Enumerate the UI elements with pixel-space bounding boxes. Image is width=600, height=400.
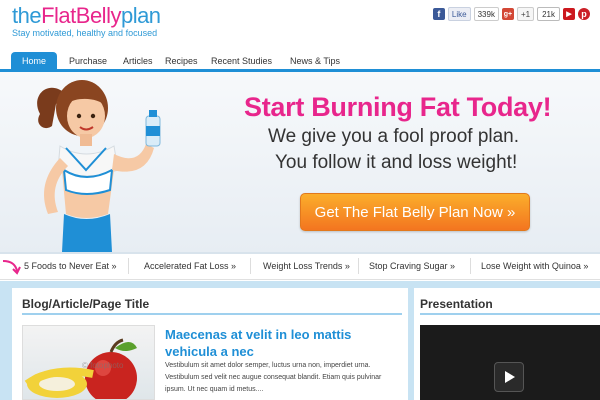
logo-text-the: the (12, 3, 42, 28)
logo-text-plan: plan (120, 3, 161, 28)
hero-subtitle-line2: You follow it and loss weight! (275, 152, 518, 173)
sidebar-title: Presentation (420, 297, 493, 311)
section-title-rule (22, 313, 402, 315)
nav-item-recipes[interactable]: Recipes (165, 56, 198, 66)
quick-link-5-foods[interactable]: 5 Foods to Never Eat » (24, 261, 117, 271)
play-icon (505, 371, 515, 383)
share-count: 21k (537, 7, 560, 21)
nav-item-recent-studies[interactable]: Recent Studies (211, 56, 272, 66)
site-tagline: Stay motivated, healthy and focused (12, 28, 158, 38)
quick-link-separator (358, 258, 359, 274)
facebook-icon[interactable]: f (432, 8, 445, 20)
site-header: theFlatBellyplan Stay motivated, healthy… (0, 0, 600, 52)
social-bar: f Like 339k g+ +1 21k ▶ p (432, 6, 590, 22)
post-title-link[interactable]: Maecenas at velit in leo mattis vehicula… (165, 326, 385, 360)
hero-subtitle-line1: We give you a fool proof plan. (268, 126, 520, 147)
quick-link-accelerated-fat-loss[interactable]: Accelerated Fat Loss » (144, 261, 236, 271)
youtube-icon[interactable]: ▶ (563, 8, 575, 20)
facebook-like-button[interactable]: Like (447, 7, 471, 21)
quick-link-weight-loss-trends[interactable]: Weight Loss Trends » (263, 261, 350, 271)
nav-item-home[interactable]: Home (11, 52, 57, 70)
video-play-button[interactable] (494, 362, 524, 392)
quick-link-stop-craving-sugar[interactable]: Stop Craving Sugar » (369, 261, 455, 271)
hero-title: Start Burning Fat Today! (244, 92, 552, 122)
nav-item-articles[interactable]: Articles (123, 56, 153, 66)
post-excerpt: Vestibulum sit amet dolor semper, luctus… (165, 362, 382, 393)
section-title: Blog/Article/Page Title (22, 297, 150, 311)
facebook-like-count: 339k (473, 7, 499, 21)
quick-link-quinoa[interactable]: Lose Weight with Quinoa » (481, 261, 588, 271)
thumbnail-watermark: © fotophoto (82, 361, 124, 370)
fitness-woman-illustration (37, 80, 161, 252)
google-plus-icon[interactable]: g+ (501, 8, 514, 20)
nav-item-purchase[interactable]: Purchase (69, 56, 107, 66)
curved-arrow-icon (2, 260, 21, 275)
logo-text-flatbelly: FlatBelly (41, 3, 121, 28)
sidebar-title-rule (420, 313, 600, 315)
quick-links-divider (0, 252, 600, 254)
pinterest-icon[interactable]: p (578, 8, 590, 20)
get-plan-button[interactable]: Get The Flat Belly Plan Now » (300, 193, 530, 231)
like-label: Like (451, 9, 467, 19)
quick-link-separator (128, 258, 129, 274)
site-logo[interactable]: theFlatBellyplan (12, 3, 161, 29)
quick-link-separator (470, 258, 471, 274)
hero-banner: Start Burning Fat Today! We give you a f… (0, 72, 600, 252)
quick-link-separator (250, 258, 251, 274)
nav-item-news-tips[interactable]: News & Tips (290, 56, 340, 66)
google-plus-button[interactable]: +1 (516, 7, 535, 21)
